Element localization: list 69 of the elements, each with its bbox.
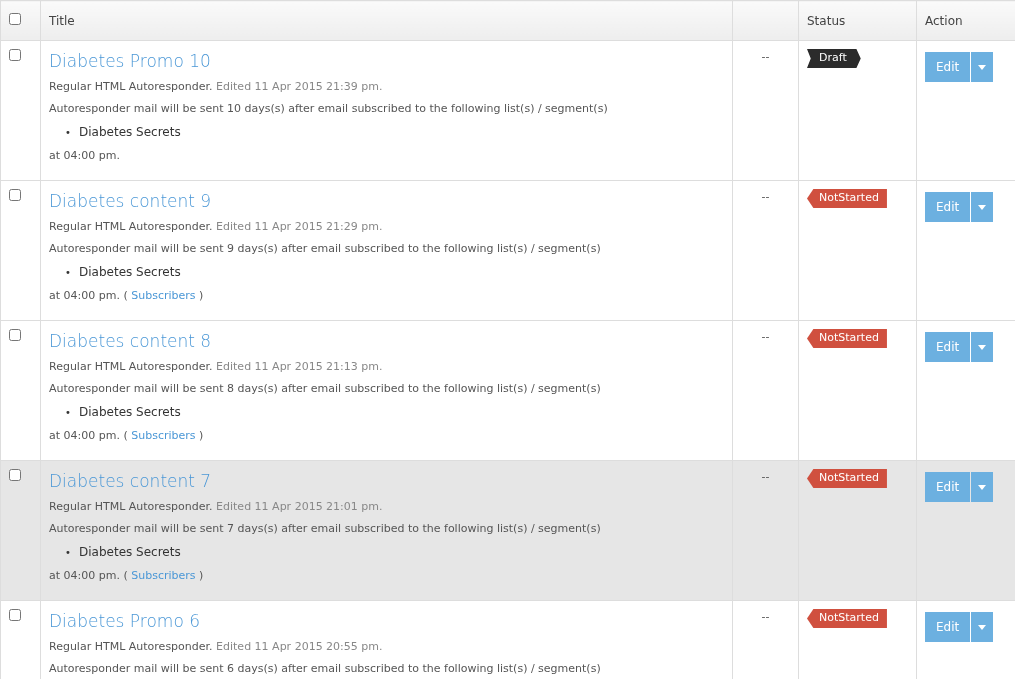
title-link[interactable]: Diabetes Promo 10 bbox=[49, 49, 211, 75]
checkbox[interactable] bbox=[9, 189, 21, 201]
time-text: at 04:00 pm. ( Subscribers ) bbox=[49, 567, 205, 584]
edit-button[interactable]: Edit bbox=[925, 612, 971, 642]
table-row[interactable] bbox=[0, 180, 1015, 321]
column-header: Action bbox=[925, 13, 963, 28]
status-label: NotStarted bbox=[807, 189, 887, 208]
description-text: Regular HTML Autoresponder. Edited 11 Apr 2015 21:13 pm. bbox=[49, 358, 384, 375]
schedule-text: Autoresponder mail will be sent 7 days(s) after email subscribed to the following list(s) / segment(s) bbox=[49, 520, 602, 537]
list-name: Diabetes Secrets bbox=[79, 404, 181, 419]
column-header: Title bbox=[49, 13, 75, 28]
checkbox[interactable] bbox=[9, 609, 21, 621]
bullet-mark: • bbox=[65, 265, 72, 280]
subscribers-link[interactable]: Subscribers bbox=[131, 568, 196, 582]
table-cell: -- bbox=[761, 190, 770, 203]
caret-icon bbox=[978, 344, 987, 350]
checkbox[interactable] bbox=[9, 329, 21, 341]
table-row[interactable] bbox=[0, 460, 1015, 601]
dropdown-button[interactable] bbox=[971, 52, 994, 82]
dropdown-button[interactable] bbox=[971, 192, 994, 222]
status-label: Draft bbox=[807, 49, 861, 68]
dropdown-button[interactable] bbox=[971, 612, 994, 642]
dropdown-button[interactable] bbox=[971, 472, 994, 502]
schedule-text: Autoresponder mail will be sent 10 days(s) after email subscribed to the following list(s) / segment(s) bbox=[49, 100, 609, 117]
edit-button[interactable]: Edit bbox=[925, 472, 971, 502]
table-cell: -- bbox=[761, 330, 770, 343]
schedule-text: Autoresponder mail will be sent 8 days(s) after email subscribed to the following list(s) / segment(s) bbox=[49, 380, 602, 397]
description-text: Regular HTML Autoresponder. Edited 11 Apr 2015 21:01 pm. bbox=[49, 498, 384, 515]
list-name: Diabetes Secrets bbox=[79, 264, 181, 279]
status-label: NotStarted bbox=[807, 329, 887, 348]
table-row[interactable]: Diabetes Promo 6 Regular HTML Autoresponder. Edited 11 Apr 2015 20:55 pm. Autoresponder mail will be sent 6 days(s) after email subscribed to the following list(s) / segment(s) -- NotStarted Edit bbox=[0, 600, 1015, 679]
list-name: Diabetes Secrets bbox=[79, 124, 181, 139]
status-label: NotStarted bbox=[807, 609, 887, 628]
status-label: NotStarted bbox=[807, 469, 887, 488]
time-text: at 04:00 pm. bbox=[49, 147, 121, 164]
bullet-mark: • bbox=[65, 405, 72, 420]
checkbox[interactable] bbox=[9, 469, 21, 481]
caret-icon bbox=[978, 484, 987, 490]
column-header: Status bbox=[807, 13, 846, 28]
subscribers-link[interactable]: Subscribers bbox=[131, 428, 196, 442]
table-row[interactable] bbox=[0, 40, 1015, 181]
table-cell: -- bbox=[761, 610, 770, 623]
schedule-text: Autoresponder mail will be sent 9 days(s) after email subscribed to the following list(s) / segment(s) bbox=[49, 240, 602, 257]
list-name: Diabetes Secrets bbox=[79, 544, 181, 559]
description-text: Regular HTML Autoresponder. Edited 11 Apr 2015 21:29 pm. bbox=[49, 218, 384, 235]
subscribers-link[interactable]: Subscribers bbox=[131, 288, 196, 302]
caret-icon bbox=[978, 624, 987, 630]
table-row[interactable] bbox=[0, 320, 1015, 461]
schedule-text: Autoresponder mail will be sent 6 days(s) after email subscribed to the following list(s) / segment(s) bbox=[49, 660, 602, 677]
bullet-mark: • bbox=[65, 125, 72, 140]
edit-button[interactable]: Edit bbox=[925, 332, 971, 362]
time-text: at 04:00 pm. ( Subscribers ) bbox=[49, 427, 205, 444]
dropdown-button[interactable] bbox=[971, 332, 994, 362]
title-link[interactable]: Diabetes content 7 bbox=[49, 469, 212, 495]
time-text: at 04:00 pm. ( Subscribers ) bbox=[49, 287, 205, 304]
table-cell: -- bbox=[761, 50, 770, 63]
table-cell: -- bbox=[761, 470, 770, 483]
description-text: Regular HTML Autoresponder. Edited 11 Apr 2015 20:55 pm. bbox=[49, 638, 384, 655]
title-link[interactable]: Diabetes Promo 6 bbox=[49, 609, 201, 635]
edit-button[interactable]: Edit bbox=[925, 192, 971, 222]
checkbox[interactable] bbox=[9, 49, 21, 61]
caret-icon bbox=[978, 64, 987, 70]
checkbox[interactable] bbox=[9, 12, 21, 25]
title-link[interactable]: Diabetes content 8 bbox=[49, 329, 212, 355]
edit-button[interactable]: Edit bbox=[925, 52, 971, 82]
caret-icon bbox=[978, 204, 987, 210]
title-link[interactable]: Diabetes content 9 bbox=[49, 189, 212, 215]
description-text: Regular HTML Autoresponder. Edited 11 Apr 2015 21:39 pm. bbox=[49, 78, 384, 95]
bullet-mark: • bbox=[65, 545, 72, 560]
